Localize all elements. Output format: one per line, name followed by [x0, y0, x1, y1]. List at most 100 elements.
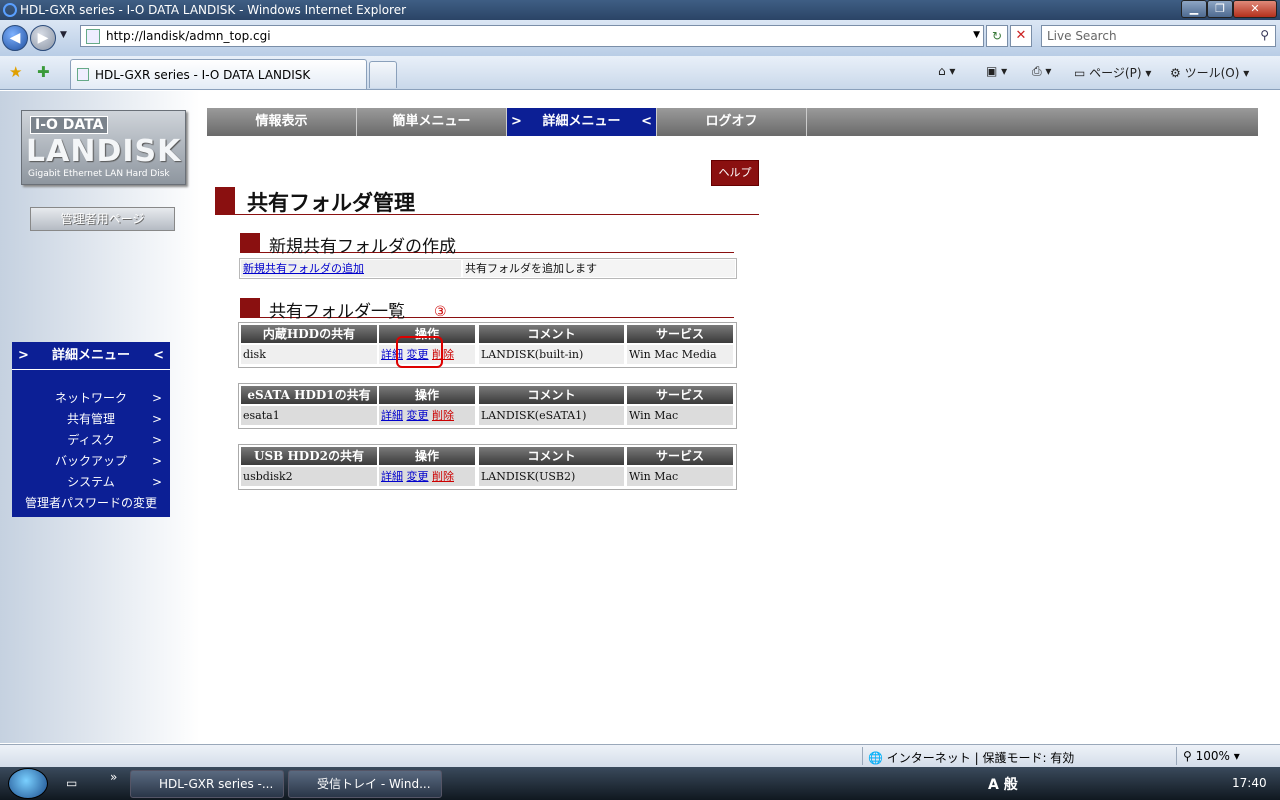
nav-easy-menu[interactable]: 簡単メニュー [357, 108, 507, 136]
page-icon [77, 68, 89, 81]
side-menu-item-admin-password[interactable]: 管理者パスワードの変更 [12, 493, 170, 513]
refresh-button[interactable]: ↻ [986, 25, 1008, 47]
table-header: 内蔵HDDの共有 [241, 325, 377, 343]
share-ops: 詳細 変更 削除 [379, 406, 475, 425]
section-share-list: 共有フォルダ一覧 [240, 297, 734, 322]
delete-link[interactable]: 削除 [432, 409, 454, 422]
taskbar-ie-button[interactable]: HDL-GXR series -... [130, 770, 284, 798]
search-input[interactable]: Live Search ⚲ [1041, 25, 1276, 47]
show-desktop-icon[interactable]: ▭ [66, 776, 77, 790]
back-button[interactable]: ◀ [2, 25, 28, 51]
delete-link[interactable]: 削除 [432, 470, 454, 483]
annotation-highlight [396, 336, 443, 368]
title-marker [215, 187, 235, 214]
stop-button[interactable]: ✕ [1010, 25, 1032, 47]
taskbar: ▭ » HDL-GXR series -... 受信トレイ - Wind... … [0, 767, 1280, 800]
share-name: usbdisk2 [241, 467, 377, 486]
page-icon [86, 29, 100, 44]
add-share-link[interactable]: 新規共有フォルダの追加 [241, 260, 461, 277]
system-tray: A 般 17:40 [960, 767, 1280, 800]
table-header: USB HDD2の共有 [241, 447, 377, 465]
address-row: ◀ ▶ ▼ http://landisk/admn_top.cgi ▼ ↻ ✕ … [0, 20, 1280, 56]
add-favorites-icon[interactable]: ✚ [37, 63, 50, 81]
table-header-ops: 操作 [379, 447, 475, 465]
side-menu-item-backup[interactable]: バックアップ > [12, 451, 170, 471]
table-header-ops: 操作 [379, 386, 475, 404]
maximize-button[interactable]: ❐ [1207, 0, 1233, 18]
side-menu-item-network[interactable]: ネットワーク > [12, 388, 170, 408]
section-title: 新規共有フォルダの作成 [269, 237, 456, 257]
quicklaunch-chevron-icon[interactable]: » [110, 770, 117, 784]
side-menu: > 詳細メニュー < ネットワーク > 共有管理 > ディスク > バックアップ > シ… [12, 342, 170, 517]
tab-row: ★ ✚ HDL-GXR series - I-O DATA LANDISK ⌂ … [0, 56, 1280, 90]
feeds-icon[interactable]: ▣ ▾ [986, 64, 1007, 78]
table-header-comment: コメント [479, 386, 624, 404]
help-button[interactable]: ヘルプ [711, 160, 759, 186]
browser-window: HDL-GXR series - I-O DATA LANDISK - Wind… [0, 0, 1280, 800]
page-title: 共有フォルダ管理 [215, 187, 759, 215]
security-zone: 🌐 インターネット | 保護モード: 有効 [868, 751, 1075, 765]
section-marker [240, 298, 260, 317]
chevron-down-icon[interactable]: ▼ [973, 30, 980, 40]
address-bar[interactable]: http://landisk/admn_top.cgi ▼ [80, 25, 984, 47]
share-table-usb: USB HDD2の共有 操作 コメント サービス usbdisk2 詳細 変更 … [238, 444, 737, 490]
share-comment: LANDISK(USB2) [479, 467, 624, 486]
print-icon[interactable]: ⎙ ▾ [1032, 64, 1051, 79]
nav-detail-menu[interactable]: > 詳細メニュー < [507, 108, 657, 136]
side-menu-item-share[interactable]: 共有管理 > [12, 409, 170, 429]
tools-menu[interactable]: ⚙ ツール(O) ▾ [1170, 64, 1249, 81]
ime-indicator[interactable]: A 般 [988, 774, 1018, 794]
table-header-comment: コメント [479, 325, 624, 343]
nav-logoff[interactable]: ログオフ [657, 108, 807, 136]
favorites-star-icon[interactable]: ★ [9, 63, 22, 81]
taskbar-mail-button[interactable]: 受信トレイ - Wind... [288, 770, 442, 798]
close-button[interactable]: ✕ [1233, 0, 1277, 18]
change-link[interactable]: 変更 [407, 409, 429, 422]
share-comment: LANDISK(built-in) [479, 345, 624, 364]
table-header-comment: コメント [479, 447, 624, 465]
section-new-share: 新規共有フォルダの作成 [240, 232, 734, 257]
table-header-service: サービス [627, 386, 733, 404]
logo-product: LANDISK [26, 134, 182, 169]
side-menu-item-disk[interactable]: ディスク > [12, 430, 170, 450]
logo-tagline: Gigabit Ethernet LAN Hard Disk [28, 169, 170, 179]
add-share-desc: 共有フォルダを追加します [463, 260, 735, 277]
page-title-text: 共有フォルダ管理 [247, 191, 415, 215]
share-service: Win Mac Media [627, 345, 733, 364]
share-comment: LANDISK(eSATA1) [479, 406, 624, 425]
side-menu-header[interactable]: > 詳細メニュー < [12, 342, 170, 370]
share-service: Win Mac [627, 467, 733, 486]
minimize-button[interactable]: ▁ [1181, 0, 1207, 18]
landisk-logo: I-O DATA LANDISK Gigabit Ethernet LAN Ha… [21, 110, 186, 185]
section-title: 共有フォルダ一覧 [269, 302, 405, 322]
ie-icon [3, 3, 17, 17]
share-table-esata: eSATA HDD1の共有 操作 コメント サービス esata1 詳細 変更 … [238, 383, 737, 429]
table-header-service: サービス [627, 325, 733, 343]
clock[interactable]: 17:40 [1232, 776, 1267, 790]
share-table-internal: 内蔵HDDの共有 操作 コメント サービス disk 詳細 変更 削除 LAND… [238, 322, 737, 368]
forward-button[interactable]: ▶ [30, 25, 56, 51]
admin-page-button[interactable]: 管理者用ページ [30, 207, 175, 231]
zoom-level[interactable]: ⚲ 100% ▾ [1183, 749, 1240, 763]
top-nav: 情報表示 簡単メニュー > 詳細メニュー < ログオフ [207, 108, 1258, 136]
start-button[interactable] [8, 768, 48, 799]
share-name: esata1 [241, 406, 377, 425]
table-header-service: サービス [627, 447, 733, 465]
change-link[interactable]: 変更 [407, 470, 429, 483]
home-icon[interactable]: ⌂ ▾ [938, 64, 955, 78]
logo-brand: I-O DATA [30, 116, 109, 134]
window-title: HDL-GXR series - I-O DATA LANDISK - Wind… [20, 3, 407, 17]
table-header: eSATA HDD1の共有 [241, 386, 377, 404]
url-text[interactable]: http://landisk/admn_top.cgi [106, 29, 271, 43]
page-menu[interactable]: ▭ ページ(P) ▾ [1074, 64, 1151, 81]
history-dropdown-icon[interactable]: ▼ [60, 30, 67, 40]
tab-title: HDL-GXR series - I-O DATA LANDISK [95, 68, 311, 82]
side-menu-item-system[interactable]: システム > [12, 472, 170, 492]
new-tab-button[interactable] [369, 61, 397, 88]
tab-active[interactable]: HDL-GXR series - I-O DATA LANDISK [70, 59, 367, 89]
search-icon[interactable]: ⚲ [1260, 28, 1269, 42]
nav-info[interactable]: 情報表示 [207, 108, 357, 136]
detail-link[interactable]: 詳細 [381, 470, 403, 483]
status-bar: 🌐 インターネット | 保護モード: 有効 ⚲ 100% ▾ [0, 744, 1280, 767]
detail-link[interactable]: 詳細 [381, 409, 403, 422]
